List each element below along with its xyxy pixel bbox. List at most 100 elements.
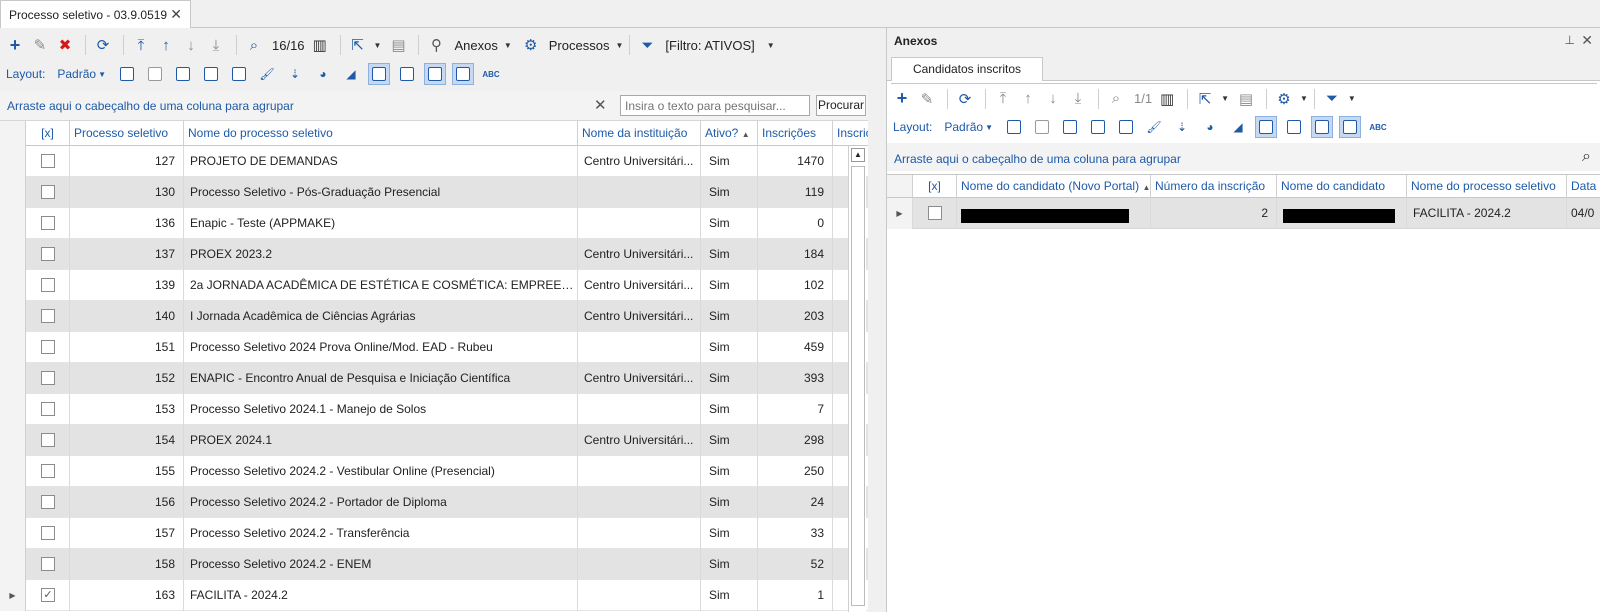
search-icon[interactable]: ⌕ [1582,148,1591,166]
row-checkbox[interactable] [41,247,55,261]
col-checkbox[interactable]: [x] [26,121,70,146]
table-row[interactable]: 130 Processo Seletivo - Pós-Graduação Pre… [0,177,868,208]
chevron-down-icon[interactable]: ▼ [1221,94,1229,103]
row-checkbox[interactable] [41,216,55,230]
table-row[interactable]: 155 Processo Seletivo 2024.2 - Vestibular… [0,456,868,487]
row-checkbox[interactable] [41,433,55,447]
next-record-icon[interactable]: ↓ [180,33,202,57]
scroll-thumb[interactable] [851,166,865,606]
report-icon[interactable]: ▤ [1235,87,1257,111]
chevron-down-icon[interactable]: ▼ [1300,94,1308,103]
clear-search-icon[interactable]: ✕ [594,96,607,114]
vertical-scrollbar[interactable]: ▲ [848,146,866,612]
collapse-icon[interactable] [144,63,166,85]
row-checkbox[interactable] [928,206,942,220]
filter-button[interactable]: [Filtro: ATIVOS] [665,38,754,53]
row-checkbox[interactable] [41,371,55,385]
row-checkbox[interactable] [41,154,55,168]
chevron-down-icon[interactable]: ▼ [985,123,993,132]
table-row[interactable]: 156 Processo Seletivo 2024.2 - Portador d… [0,487,868,518]
swap-icon[interactable] [1059,116,1081,138]
chart-icon[interactable]: ◢ [340,63,362,85]
layout-preset-dropdown[interactable]: Padrão [944,120,983,134]
color-icon[interactable]: ◕ [312,63,334,85]
layout-preset-dropdown[interactable]: Padrão [57,67,96,81]
swap-icon[interactable] [172,63,194,85]
last-record-icon[interactable]: ⤓ [1067,87,1089,111]
processos-button[interactable]: Processos [549,38,610,53]
table-row[interactable]: ▶ 2 FACILITA - 2024.2 04/0 [887,198,1600,229]
col-checkbox[interactable]: [x] [913,175,957,197]
row-checkbox[interactable] [41,309,55,323]
collapse-icon[interactable] [1031,116,1053,138]
move-down-icon[interactable] [1115,116,1137,138]
search-input[interactable] [620,95,810,116]
add-icon[interactable]: + [891,87,913,111]
row-checkbox[interactable] [41,185,55,199]
chevron-down-icon[interactable]: ▼ [1348,94,1356,103]
document-tab[interactable]: Processo seletivo - 03.9.0519 ✕ [0,0,191,29]
chevron-down-icon[interactable]: ▼ [504,41,512,50]
anexos-button[interactable]: Anexos [454,38,497,53]
table-row[interactable]: 140 I Jornada Acadêmica de Ciências Agrár… [0,301,868,332]
edit-icon[interactable]: ✎ [29,33,51,57]
refresh-icon[interactable]: ⟳ [92,33,114,57]
col-inscriptions[interactable]: Inscrições [758,121,833,146]
col-date[interactable]: Data [1567,175,1600,197]
pin-icon[interactable]: ⇣ [284,63,306,85]
move-up-icon[interactable] [200,63,222,85]
move-down-icon[interactable] [228,63,250,85]
table-row[interactable]: 127 PROJETO DE DEMANDAS Centro Universitár… [0,146,868,177]
rows-icon[interactable] [1283,116,1305,138]
expand-icon[interactable] [116,63,138,85]
chevron-down-icon[interactable]: ▼ [767,41,775,50]
col-inscription-number[interactable]: Número da inscrição [1151,175,1277,197]
report-icon[interactable]: ▤ [387,33,409,57]
table-row[interactable]: 137 PROEX 2023.2 Centro Universitári... Sim… [0,239,868,270]
col-candidate-novo-portal[interactable]: Nome do candidato (Novo Portal) ▲ [957,175,1151,197]
columns-icon[interactable]: ▥ [309,33,331,57]
previous-record-icon[interactable]: ↑ [1017,87,1039,111]
next-record-icon[interactable]: ↓ [1042,87,1064,111]
paint-icon[interactable]: 🖌 [256,63,278,85]
expand-icon[interactable] [1003,116,1025,138]
tab-candidatos-inscritos[interactable]: Candidatos inscritos [891,57,1043,81]
color-icon[interactable]: ◕ [1199,116,1221,138]
table-row[interactable]: 152 ENAPIC - Encontro Anual de Pesquisa e… [0,363,868,394]
footer-icon[interactable] [1255,116,1277,138]
delete-icon[interactable]: ✖ [54,33,76,57]
row-checkbox[interactable] [41,526,55,540]
row-checkbox[interactable] [41,557,55,571]
col-inscriptions-2[interactable]: Inscrições [833,121,868,146]
chevron-down-icon[interactable]: ▼ [374,41,382,50]
table-row[interactable]: 154 PROEX 2024.1 Centro Universitári... Sim… [0,425,868,456]
export-icon[interactable]: ⇱ [1194,87,1216,111]
close-panel-icon[interactable]: ✕ [1581,32,1593,49]
header-icon[interactable] [1311,116,1333,138]
row-checkbox[interactable] [41,340,55,354]
row-checkbox[interactable] [41,495,55,509]
pin-icon[interactable]: ⇣ [1171,116,1193,138]
row-checkbox[interactable]: ✓ [41,588,55,602]
search-icon[interactable]: ⌕ [1105,87,1127,111]
table-row[interactable]: 151 Processo Seletivo 2024 Prova Online/M… [0,332,868,363]
band-icon[interactable] [1339,116,1361,138]
last-record-icon[interactable]: ⤓ [205,33,227,57]
search-icon[interactable]: ⌕ [243,33,265,57]
table-row[interactable]: 136 Enapic - Teste (APPMAKE) Sim 0 [0,208,868,239]
col-process-name[interactable]: Nome do processo seletivo [184,121,578,146]
row-checkbox[interactable] [41,278,55,292]
col-process-name[interactable]: Nome do processo seletivo [1407,175,1567,197]
export-icon[interactable]: ⇱ [347,33,369,57]
band-icon[interactable] [452,63,474,85]
edit-icon[interactable]: ✎ [916,87,938,111]
columns-icon[interactable]: ▥ [1156,87,1178,111]
row-checkbox[interactable] [41,464,55,478]
spellcheck-icon[interactable]: ABC [480,63,502,85]
filter-icon[interactable]: ⏷ [636,33,658,57]
pin-icon[interactable]: ⊥ [1565,33,1575,47]
spellcheck-icon[interactable]: ABC [1367,116,1389,138]
rows-icon[interactable] [396,63,418,85]
table-row[interactable]: 153 Processo Seletivo 2024.1 - Manejo de … [0,394,868,425]
table-row[interactable]: 158 Processo Seletivo 2024.2 - ENEM Sim 52 [0,549,868,580]
